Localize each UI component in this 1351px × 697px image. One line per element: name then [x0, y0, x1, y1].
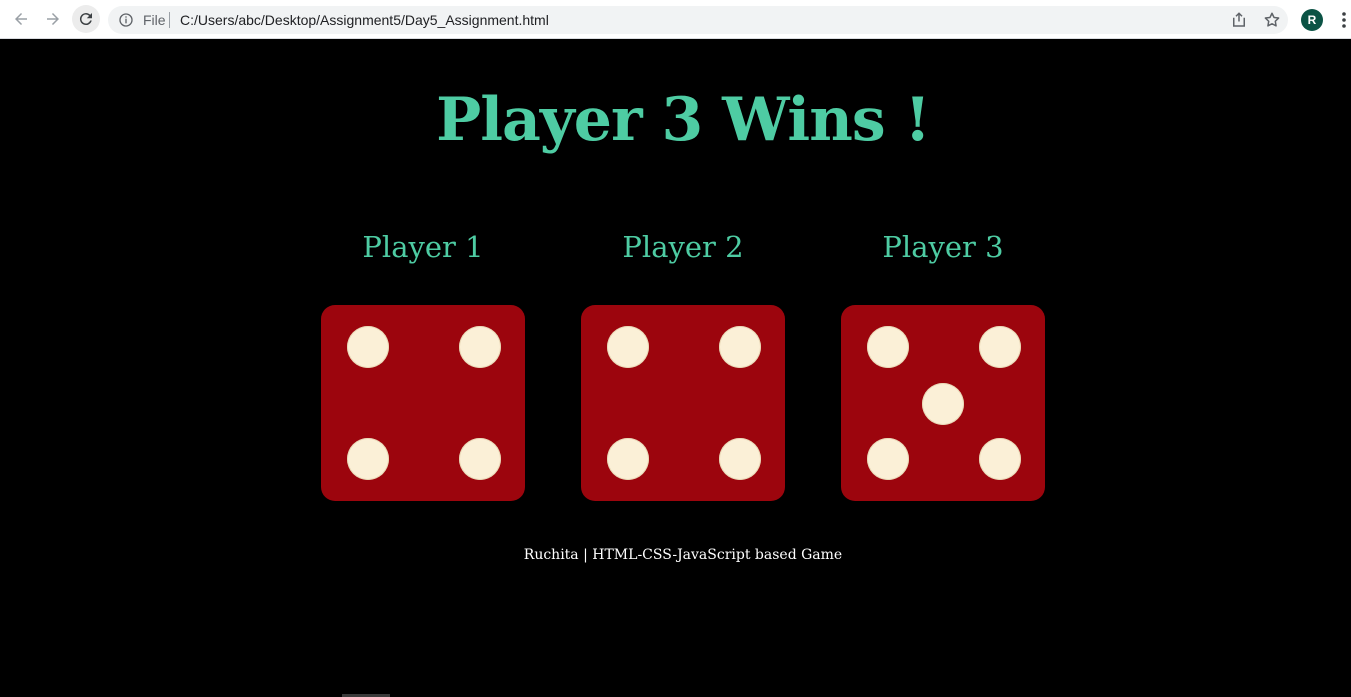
die-pip [867, 326, 909, 368]
info-icon[interactable] [118, 12, 134, 28]
scheme-label: File [143, 12, 166, 28]
profile-avatar[interactable]: R [1301, 9, 1323, 31]
player-3-panel: Player 3 [841, 230, 1045, 501]
die-pip [607, 438, 649, 480]
die-pip [459, 438, 501, 480]
player-2-die [581, 305, 785, 501]
reload-icon [79, 13, 92, 26]
die-pip [347, 326, 389, 368]
address-bar[interactable]: File C:/Users/abc/Desktop/Assignment5/Da… [108, 6, 1288, 34]
die-pip [719, 326, 761, 368]
player-1-die [321, 305, 525, 501]
browser-toolbar: File C:/Users/abc/Desktop/Assignment5/Da… [0, 0, 1351, 39]
forward-arrow-icon [47, 13, 59, 25]
forward-button[interactable] [39, 5, 67, 33]
die-pip [719, 438, 761, 480]
share-icon[interactable] [1230, 11, 1248, 29]
star-icon[interactable] [1263, 11, 1281, 29]
player-3-die [841, 305, 1045, 501]
die-pip [459, 326, 501, 368]
reload-button[interactable] [72, 5, 100, 33]
die-pip [607, 326, 649, 368]
player-1-panel: Player 1 [321, 230, 525, 501]
die-pip [867, 438, 909, 480]
back-button[interactable] [7, 5, 35, 33]
die-pip [979, 326, 1021, 368]
footer-credit: Ruchita | HTML-CSS-JavaScript based Game [523, 547, 843, 563]
omnibox-divider [169, 12, 170, 28]
result-heading: Player 3 Wins ! [436, 85, 931, 155]
die-pip [979, 438, 1021, 480]
die-pip [347, 438, 389, 480]
url-text[interactable]: C:/Users/abc/Desktop/Assignment5/Day5_As… [180, 12, 549, 28]
kebab-menu-icon[interactable] [1336, 10, 1351, 30]
page-content: Player 3 Wins ! Player 1 Player 2 Player… [0, 40, 1351, 697]
player-2-panel: Player 2 [581, 230, 785, 501]
back-arrow-icon [15, 13, 27, 25]
player-3-name: Player 3 [882, 230, 1004, 264]
die-pip [922, 383, 964, 425]
player-2-name: Player 2 [622, 230, 744, 264]
player-1-name: Player 1 [362, 230, 484, 264]
